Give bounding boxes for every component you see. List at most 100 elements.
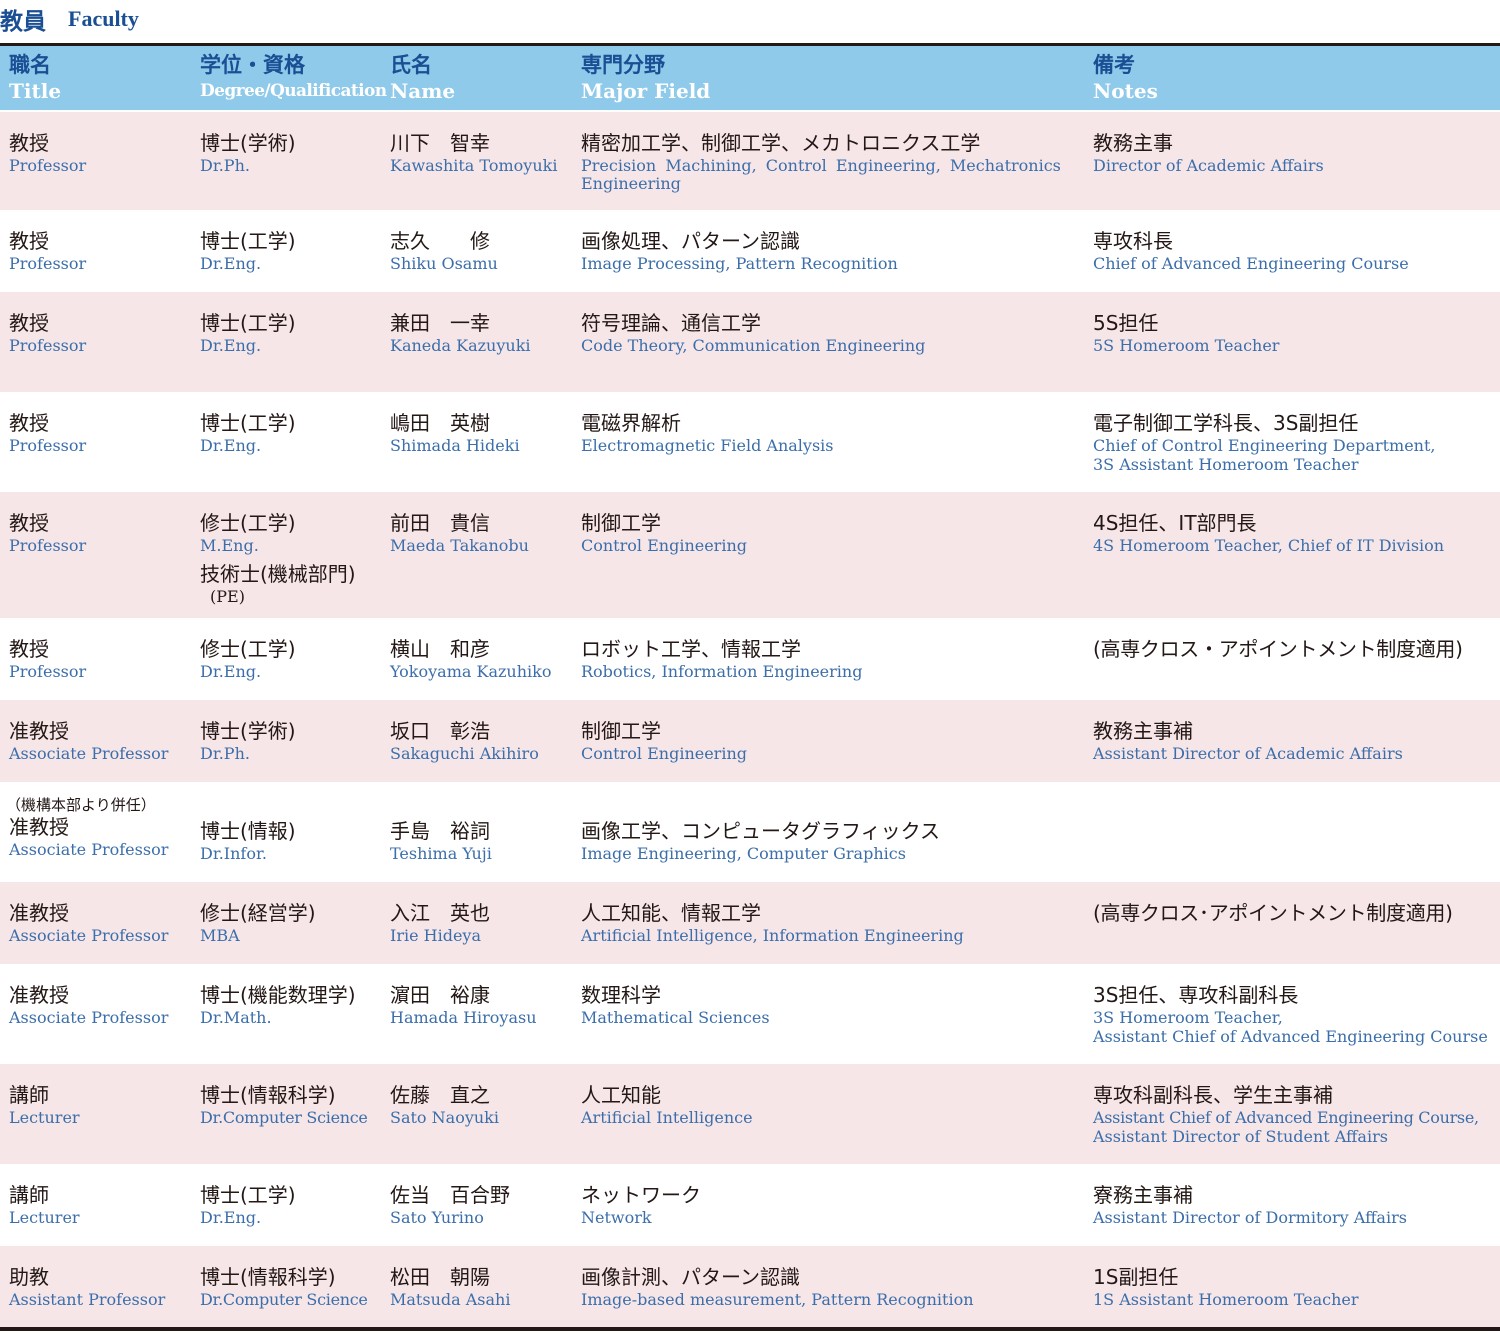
name-ja: 川下 智幸 <box>390 131 490 155</box>
field-ja: ロボット工学、情報工学 <box>581 637 801 661</box>
degree-ja: 博士(機能数理学) <box>200 983 356 1007</box>
notes-ja: 専攻科長 <box>1093 229 1173 253</box>
field-ja: 制御工学 <box>581 719 661 743</box>
table-row: （機構本部より併任） 准教授 Associate Professor 博士(情報) D… <box>0 782 1500 882</box>
name-ja: 手島 裕詞 <box>390 819 490 843</box>
field-cell: 数理科学 Mathematical Sciences <box>581 982 770 1027</box>
degree-ja: 博士(工学) <box>200 411 296 435</box>
degree-cell: 修士(工学) Dr.Eng. <box>200 636 296 681</box>
notes-ja: (高専クロス･アポイントメント制度適用) <box>1093 901 1453 925</box>
field-ja: 制御工学 <box>581 511 661 535</box>
title-ja: 助教 <box>9 1265 49 1289</box>
page-title-en: Faculty <box>68 6 139 31</box>
degree-cell: 博士(学術) Dr.Ph. <box>200 718 296 763</box>
header-name: 氏名 Name <box>390 46 455 104</box>
title-concurrent-note: （機構本部より併任） <box>6 796 156 814</box>
title-cell: 准教授 Associate Professor <box>9 718 168 763</box>
title-en: Associate Professor <box>9 744 169 763</box>
degree-en: Dr.Ph. <box>200 744 250 763</box>
header-notes: 備考 Notes <box>1093 46 1158 104</box>
name-ja: 佐当 百合野 <box>390 1183 510 1207</box>
name-ja: 坂口 彰浩 <box>390 719 490 743</box>
notes-ja: 寮務主事補 <box>1093 1183 1193 1207</box>
degree-en: Dr.Computer Science <box>200 1290 368 1309</box>
title-cell: 准教授 Associate Professor <box>9 982 168 1027</box>
degree-en: Dr.Eng. <box>200 254 262 273</box>
field-cell: 符号理論、通信工学 Code Theory, Communication Engi… <box>581 310 925 355</box>
title-en: Associate Professor <box>9 1008 169 1027</box>
table-row: 講師 Lecturer 博士(工学) Dr.Eng. 佐当 百合野 Sato Yuri… <box>0 1164 1500 1246</box>
name-ja: 志久 修 <box>390 229 490 253</box>
field-cell: 人工知能、情報工学 Artificial Intelligence, Inform… <box>581 900 964 945</box>
title-ja: 講師 <box>9 1083 49 1107</box>
name-cell: 嶋田 英樹 Shimada Hideki <box>390 410 520 455</box>
title-ja: 教授 <box>9 637 49 661</box>
degree-cell: 博士(情報科学) Dr.Computer Science <box>200 1082 368 1127</box>
notes-en-line2: 3S Assistant Homeroom Teacher <box>1093 455 1359 474</box>
degree-en: Dr.Ph. <box>200 156 250 175</box>
title-ja: 教授 <box>9 511 49 535</box>
degree-cell: 博士(工学) Dr.Eng. <box>200 1182 296 1227</box>
name-cell: 坂口 彰浩 Sakaguchi Akihiro <box>390 718 539 763</box>
title-cell: 教授 Professor <box>9 636 86 681</box>
field-en: Artificial Intelligence <box>581 1108 753 1127</box>
notes-en: 3S Homeroom Teacher, <box>1093 1008 1283 1027</box>
table-row: 教授 Professor 修士(工学) M.Eng. 技術士(機械部門) (PE) 前田… <box>0 492 1500 618</box>
field-ja: 精密加工学、制御工学、メカトロニクス工学 <box>581 131 981 155</box>
notes-en: Assistant Director of Dormitory Affairs <box>1093 1208 1407 1227</box>
degree-ja: 博士(学術) <box>200 719 296 743</box>
notes-ja: 3S担任、専攻科副科長 <box>1093 983 1299 1007</box>
title-en: Professor <box>9 662 87 681</box>
title-en: Lecturer <box>9 1208 80 1227</box>
header-title-ja: 職名 <box>9 53 51 77</box>
header-notes-en: Notes <box>1093 79 1158 103</box>
notes-ja: 5S担任 <box>1093 311 1159 335</box>
bottom-rule <box>0 1327 1500 1331</box>
degree-ja: 博士(工学) <box>200 1183 296 1207</box>
field-en: Image Engineering, Computer Graphics <box>581 844 906 863</box>
name-cell: 志久 修 Shiku Osamu <box>390 228 498 273</box>
title-cell: 教授 Professor <box>9 228 86 273</box>
page-title: 教員 Faculty <box>0 0 139 38</box>
field-cell: ネットワーク Network <box>581 1182 701 1227</box>
field-cell: 人工知能 Artificial Intelligence <box>581 1082 753 1127</box>
notes-en: Assistant Chief of Advanced Engineering … <box>1093 1108 1479 1127</box>
title-cell: （機構本部より併任） 准教授 Associate Professor <box>6 796 168 859</box>
notes-cell: 4S担任、IT部門長 4S Homeroom Teacher, Chief of … <box>1093 510 1444 555</box>
field-en: Control Engineering <box>581 536 747 555</box>
name-en: Yokoyama Kazuhiko <box>390 662 552 681</box>
notes-cell: 3S担任、専攻科副科長 3S Homeroom Teacher, Assistant… <box>1093 982 1488 1046</box>
page-title-ja: 教員 <box>0 9 46 35</box>
title-en: Professor <box>9 436 87 455</box>
title-cell: 教授 Professor <box>9 510 86 555</box>
name-en: Irie Hideya <box>390 926 481 945</box>
degree-cell: 修士(経営学) MBA <box>200 900 316 945</box>
name-cell: 松田 朝陽 Matsuda Asahi <box>390 1264 510 1309</box>
title-ja: 准教授 <box>9 719 69 743</box>
notes-ja: 教務主事補 <box>1093 719 1193 743</box>
field-cell: 精密加工学、制御工学、メカトロニクス工学 Precision Machining,… <box>581 130 1081 193</box>
header-title: 職名 Title <box>9 46 61 104</box>
field-en: Electromagnetic Field Analysis <box>581 436 834 455</box>
notes-en: 4S Homeroom Teacher, Chief of IT Divisio… <box>1093 536 1445 555</box>
table-row: 准教授 Associate Professor 博士(機能数理学) Dr.Math.… <box>0 964 1500 1064</box>
name-en: Teshima Yuji <box>390 844 492 863</box>
name-en: Shiku Osamu <box>390 254 498 273</box>
notes-cell: 専攻科長 Chief of Advanced Engineering Course <box>1093 228 1409 273</box>
name-cell: 手島 裕詞 Teshima Yuji <box>390 818 492 863</box>
title-cell: 助教 Assistant Professor <box>9 1264 165 1309</box>
notes-cell: 電子制御工学科長、3S副担任 Chief of Control Engineeri… <box>1093 410 1435 474</box>
degree-ja: 博士(情報科学) <box>200 1083 336 1107</box>
notes-en: Chief of Advanced Engineering Course <box>1093 254 1409 273</box>
notes-cell: 1S副担任 1S Assistant Homeroom Teacher <box>1093 1264 1359 1309</box>
field-ja: 電磁界解析 <box>581 411 681 435</box>
header-field-en: Major Field <box>581 79 711 103</box>
table-row: 教授 Professor 修士(工学) Dr.Eng. 横山 和彦 Yokoyama … <box>0 618 1500 700</box>
notes-cell: 専攻科副科長、学生主事補 Assistant Chief of Advanced … <box>1093 1082 1479 1146</box>
notes-en-line2: Assistant Director of Student Affairs <box>1093 1127 1388 1146</box>
qualification-en: (PE) <box>210 587 245 606</box>
degree-ja: 修士(工学) <box>200 511 296 535</box>
name-en: Kawashita Tomoyuki <box>390 156 558 175</box>
name-cell: 入江 英也 Irie Hideya <box>390 900 490 945</box>
header-field: 専門分野 Major Field <box>581 46 710 104</box>
